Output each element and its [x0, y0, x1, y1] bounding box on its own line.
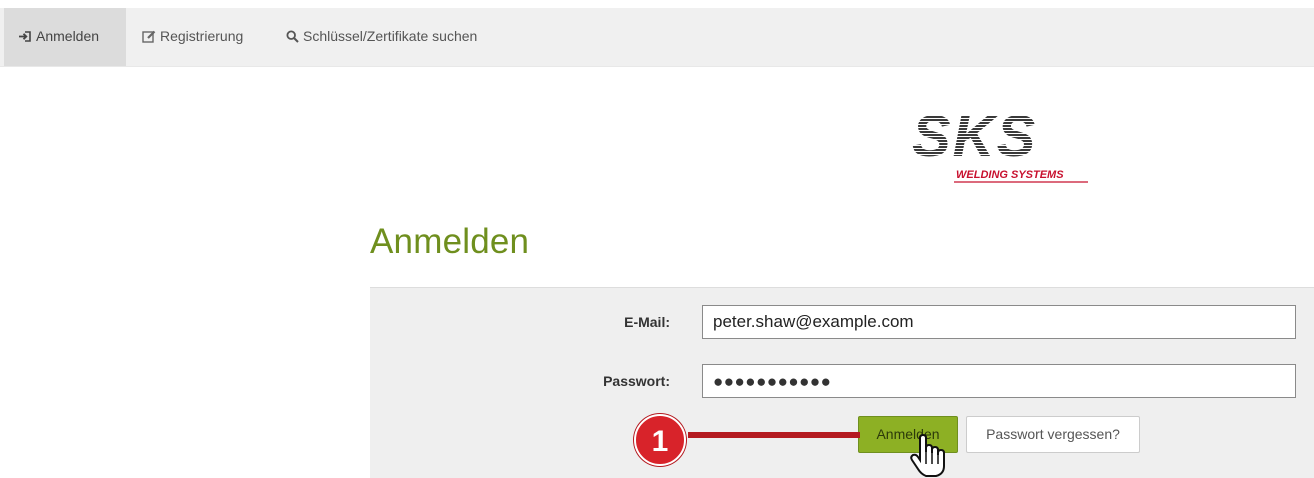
edit-icon: [142, 30, 156, 43]
nav-item-label: Anmelden: [36, 28, 100, 44]
search-icon: [286, 30, 299, 43]
nav-item-label: Registrierung: [160, 28, 244, 44]
nav-item-login[interactable]: Anmelden: [4, 8, 126, 66]
navbar-inner: Anmelden Registrierung Schlüssel/Zertifi…: [0, 8, 1314, 67]
login-form: E-Mail: Passwort: ●●●●●●●●●●● Anmelden P…: [370, 287, 1314, 478]
nav-item-label: Schlüssel/Zertifikate suchen: [303, 28, 478, 44]
nav-item-search[interactable]: Schlüssel/Zertifikate suchen: [272, 8, 522, 66]
logo-brand: SKS: [912, 104, 1037, 169]
email-field[interactable]: [702, 305, 1296, 339]
nav-item-register[interactable]: Registrierung: [128, 8, 268, 66]
sks-logo: SKS WELDING SYSTEMS: [908, 104, 1098, 186]
password-label: Passwort:: [603, 373, 670, 389]
page-title: Anmelden: [370, 222, 530, 261]
sign-in-icon: [19, 31, 31, 42]
top-navbar: Anmelden Registrierung Schlüssel/Zertifi…: [0, 0, 1314, 67]
step-badge: 1: [634, 414, 686, 466]
callout-pointer-line: [688, 432, 860, 438]
logo-tagline: WELDING SYSTEMS: [956, 169, 1064, 181]
email-label: E-Mail:: [624, 314, 670, 330]
password-field[interactable]: [702, 364, 1296, 398]
hand-cursor-icon: [910, 434, 945, 477]
forgot-password-button[interactable]: Passwort vergessen?: [966, 416, 1140, 453]
sks-logo-graphic: SKS WELDING SYSTEMS: [912, 104, 1088, 183]
